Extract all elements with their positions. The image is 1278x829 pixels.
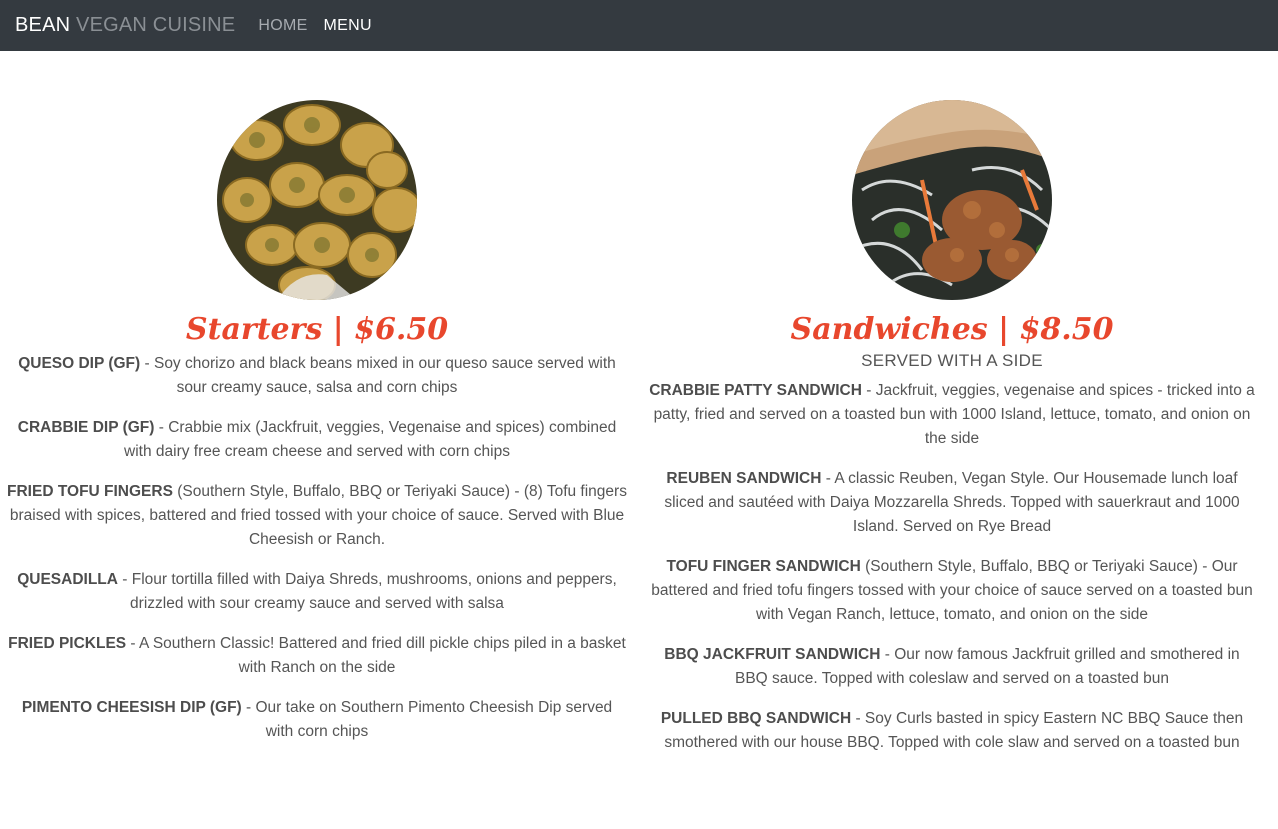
nav-link-menu[interactable]: MENU [324, 17, 372, 35]
fried-pickles-photo [217, 100, 417, 300]
item-name: CRABBIE DIP (GF) [17, 419, 155, 436]
menu-item: CRABBIE PATTY SANDWICH - Jackfruit, vegg… [647, 379, 1257, 451]
starters-title: Starters | $6.50 [185, 312, 449, 347]
menu-item: FRIED TOFU FINGERS (Southern Style, Buff… [7, 480, 627, 552]
item-desc: - Flour tortilla filled with Daiya Shred… [117, 571, 617, 612]
brand-main: BEAN [15, 14, 71, 36]
nav-link-home[interactable]: HOME [258, 17, 307, 35]
item-name: QUESADILLA [17, 571, 118, 588]
item-name: PULLED BBQ SANDWICH [660, 710, 852, 727]
menu-item: PIMENTO CHEESISH DIP (GF) - Our take on … [7, 696, 627, 744]
menu-item: CRABBIE DIP (GF) - Crabbie mix (Jackfrui… [7, 416, 627, 464]
sandwiches-title: Sandwiches | $8.50 [790, 312, 1114, 347]
item-desc: - Our take on Southern Pimento Cheesish … [241, 699, 613, 740]
menu-item: QUESO DIP (GF) - Soy chorizo and black b… [7, 352, 627, 400]
item-desc: - Soy chorizo and black beans mixed in o… [140, 355, 616, 396]
brand-logo[interactable]: BEAN VEGAN CUISINE [15, 14, 235, 37]
item-name: FRIED PICKLES [8, 635, 127, 652]
menu-item: PULLED BBQ SANDWICH - Soy Curls basted i… [647, 707, 1257, 755]
top-navbar: BEAN VEGAN CUISINE HOME MENU [0, 0, 1278, 51]
menu-item: FRIED PICKLES - A Southern Classic! Batt… [7, 632, 627, 680]
sandwiches-items: CRABBIE PATTY SANDWICH - Jackfruit, vegg… [634, 379, 1270, 755]
item-desc: - A Southern Classic! Battered and fried… [126, 635, 626, 676]
item-name: QUESO DIP (GF) [18, 355, 141, 372]
item-name: TOFU FINGER SANDWICH [666, 558, 861, 575]
item-name: REUBEN SANDWICH [666, 470, 822, 487]
starters-items: QUESO DIP (GF) - Soy chorizo and black b… [0, 352, 634, 744]
starters-section: Starters | $6.50 QUESO DIP (GF) - Soy ch… [0, 100, 634, 760]
item-name: PIMENTO CHEESISH DIP (GF) [21, 699, 242, 716]
sandwich-photo [852, 100, 1052, 300]
brand-sub: VEGAN CUISINE [76, 14, 236, 36]
sandwiches-subtitle: SERVED WITH A SIDE [861, 351, 1043, 370]
nav-links: HOME MENU [258, 17, 388, 35]
sandwiches-section: Sandwiches | $8.50 SERVED WITH A SIDE CR… [634, 100, 1270, 771]
item-desc: - Crabbie mix (Jackfruit, veggies, Vegen… [124, 419, 617, 460]
item-name: CRABBIE PATTY SANDWICH [649, 382, 862, 399]
item-name: BBQ JACKFRUIT SANDWICH [664, 646, 881, 663]
menu-item: REUBEN SANDWICH - A classic Reuben, Vega… [647, 467, 1257, 539]
menu-item: QUESADILLA - Flour tortilla filled with … [7, 568, 627, 616]
menu-item: TOFU FINGER SANDWICH (Southern Style, Bu… [647, 555, 1257, 627]
item-name: FRIED TOFU FINGERS [7, 483, 173, 500]
menu-item: BBQ JACKFRUIT SANDWICH - Our now famous … [647, 643, 1257, 691]
